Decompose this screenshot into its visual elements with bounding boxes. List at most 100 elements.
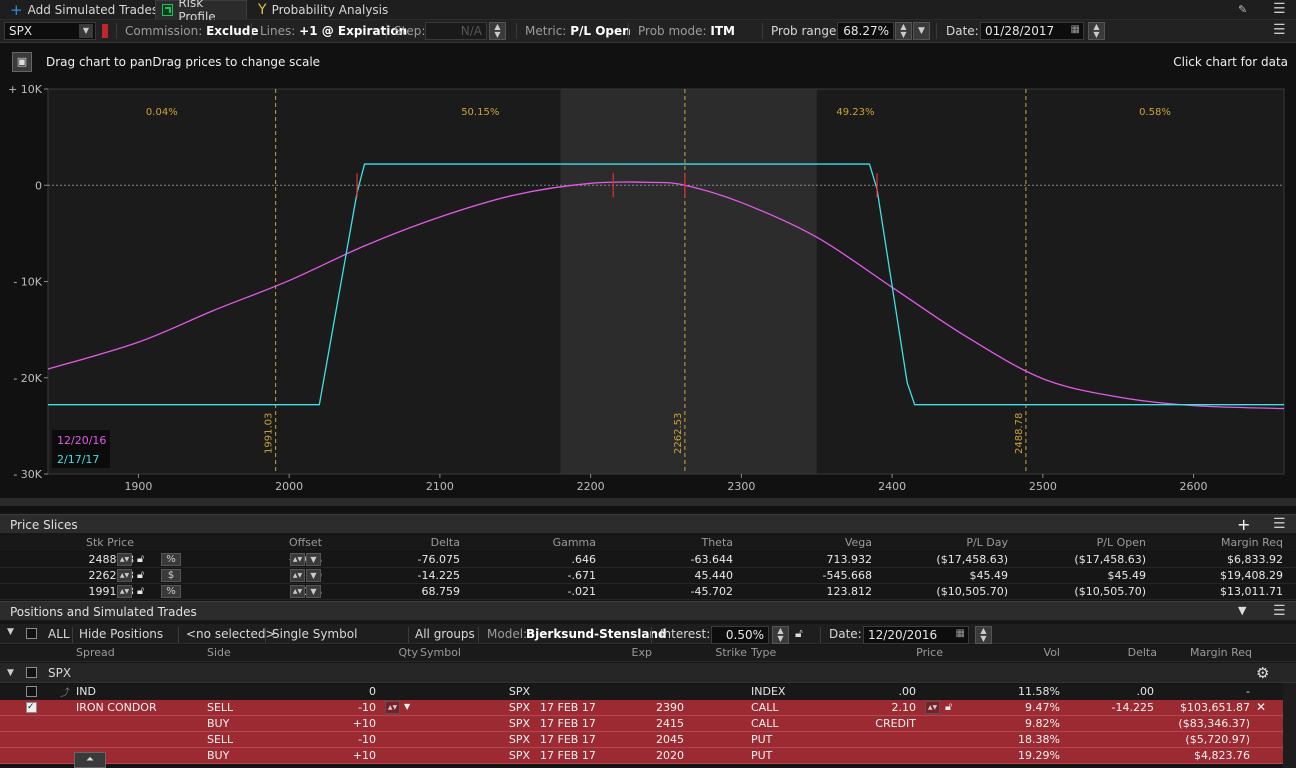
trade-leg-row[interactable]: BUY +10 SPX 17 FEB 17 2415 CALL CREDIT 9.82% ($8… bbox=[0, 716, 1296, 732]
model-dropdown[interactable]: Bjerksund-Stensland bbox=[526, 627, 667, 641]
col-price[interactable]: Price bbox=[846, 646, 943, 659]
lock-icon[interactable]: 🔓︎ bbox=[137, 584, 144, 598]
hide-positions-button[interactable]: Hide Positions bbox=[79, 627, 163, 641]
chart-settings-icon[interactable]: ▣ bbox=[12, 52, 32, 72]
qty-stepper[interactable]: ▲▼ bbox=[385, 701, 400, 714]
lock-icon[interactable]: 🔓︎ bbox=[795, 626, 803, 641]
row-checkbox[interactable] bbox=[26, 686, 37, 697]
trade-leg-row[interactable]: BUY +10 SPX 17 FEB 17 2020 PUT 19.29% $4,823.76 bbox=[0, 748, 1296, 764]
row-checkbox[interactable]: ✓ bbox=[26, 702, 37, 713]
select-all-checkbox[interactable] bbox=[26, 628, 37, 639]
interest-input[interactable]: 0.50% bbox=[711, 626, 769, 644]
slice-theta: 45.440 bbox=[694, 569, 734, 582]
selection-dropdown[interactable]: <no selected> bbox=[186, 627, 276, 641]
index-row[interactable]: IND 0 SPX INDEX .00 11.58% .00 - ⤴ bbox=[0, 684, 1296, 700]
offset-mode-button[interactable]: % bbox=[161, 553, 181, 566]
date-input[interactable]: 01/28/2017 ▦ bbox=[980, 22, 1084, 40]
col-stk-price[interactable]: Stk Price bbox=[40, 536, 134, 549]
toolbar-menu-icon[interactable]: ☰ bbox=[1273, 22, 1286, 38]
col-vol[interactable]: Vol bbox=[966, 646, 1060, 659]
offset-mode-button[interactable]: % bbox=[161, 585, 181, 598]
prob-mode-control[interactable]: Prob mode: ITM bbox=[638, 24, 735, 38]
positions-menu-icon[interactable]: ☰ bbox=[1273, 603, 1286, 619]
pin-icon[interactable]: ✎ bbox=[1238, 3, 1247, 16]
symbol-selector[interactable]: SPX ▼ bbox=[4, 22, 96, 40]
price-stepper[interactable]: ▲▼ bbox=[925, 701, 940, 714]
add-simulated-trades-tab[interactable]: + Add Simulated Trades bbox=[4, 0, 164, 19]
price-slice-row[interactable]: 1991.03-12%68.759-.021-45.702123.812($10… bbox=[0, 584, 1296, 600]
risk-profile-tab[interactable]: Risk Profile bbox=[155, 0, 247, 24]
prob-range-input[interactable]: 68.27% bbox=[837, 22, 894, 40]
single-symbol-dropdown[interactable]: Single Symbol bbox=[272, 627, 357, 641]
col-theta[interactable]: Theta bbox=[610, 536, 733, 549]
qty-dropdown-icon[interactable]: ▼ bbox=[404, 702, 410, 711]
plus-icon: + bbox=[10, 0, 23, 19]
step-stepper[interactable]: ▲ ▼ bbox=[489, 22, 506, 40]
col-exp[interactable]: Exp bbox=[535, 646, 652, 659]
calendar-icon[interactable]: ▦ bbox=[956, 628, 965, 639]
slices-menu-icon[interactable]: ☰ bbox=[1273, 516, 1286, 532]
col-gamma[interactable]: Gamma bbox=[470, 536, 596, 549]
group-checkbox[interactable] bbox=[26, 667, 37, 678]
interest-stepper[interactable]: ▲ ▼ bbox=[772, 626, 789, 644]
risk-profile-chart[interactable]: + 10K 0 - 10K - 20K - 30K 1900 2000 2100 2200 230… bbox=[0, 80, 1296, 512]
col-symbol[interactable]: Symbol bbox=[420, 646, 461, 659]
trade-leg-row[interactable]: SELL -10 SPX 17 FEB 17 2045 PUT 18.38% ($5,720.… bbox=[0, 732, 1296, 748]
col-spread[interactable]: Spread bbox=[76, 646, 115, 659]
offset-stepper[interactable]: ▲▼ bbox=[290, 553, 305, 566]
chart-svg[interactable]: + 10K 0 - 10K - 20K - 30K 1900 2000 2100 2200 230… bbox=[0, 80, 1296, 512]
offset-stepper[interactable]: ▲▼ bbox=[290, 569, 305, 582]
metric-control[interactable]: Metric: P/L Open bbox=[525, 24, 631, 38]
scroll-top-button[interactable]: ⏶ bbox=[74, 752, 106, 768]
close-icon[interactable]: ✕ bbox=[1256, 700, 1266, 714]
lock-icon[interactable]: 🔓︎ bbox=[945, 700, 952, 714]
col-side[interactable]: Side bbox=[207, 646, 231, 659]
menu-icon[interactable]: ☰ bbox=[1273, 1, 1286, 17]
offset-dropdown[interactable]: ▼ bbox=[306, 553, 321, 566]
offset-mode-button[interactable]: $ bbox=[161, 569, 181, 582]
pos-date-stepper[interactable]: ▲ ▼ bbox=[975, 626, 992, 644]
groups-dropdown[interactable]: All groups bbox=[415, 627, 475, 641]
price-stepper[interactable]: ▲▼ bbox=[117, 553, 132, 566]
commission-control[interactable]: Commission: Exclude bbox=[125, 24, 259, 38]
y-tick-label: + 10K bbox=[8, 83, 43, 96]
trade-leg-row[interactable]: IRON CONDOR SELL -10 SPX 17 FEB 17 2390 CALL 2.… bbox=[0, 700, 1296, 716]
col-strike[interactable]: Strike bbox=[655, 646, 747, 659]
price-stepper[interactable]: ▲▼ bbox=[117, 569, 132, 582]
offset-stepper[interactable]: ▲▼ bbox=[290, 585, 305, 598]
symbol-group-row[interactable]: ▼ SPX ⚙ bbox=[0, 663, 1296, 683]
prob-range-stepper[interactable]: ▲ ▼ bbox=[895, 22, 912, 40]
group-chevron-icon[interactable]: ▼ bbox=[7, 668, 14, 678]
gear-icon[interactable]: ⚙ bbox=[1256, 664, 1269, 682]
add-slice-icon[interactable]: + bbox=[1237, 515, 1250, 534]
pos-date-input[interactable]: 12/20/2016 ▦ bbox=[863, 626, 969, 644]
col-delta[interactable]: Delta bbox=[330, 536, 460, 549]
col-delta[interactable]: Delta bbox=[1062, 646, 1157, 659]
price-stepper[interactable]: ▲▼ bbox=[117, 585, 132, 598]
col-vega[interactable]: Vega bbox=[740, 536, 872, 549]
offset-dropdown[interactable]: ▼ bbox=[306, 569, 321, 582]
lock-icon[interactable]: 🔓︎ bbox=[137, 552, 144, 566]
col-pl-open[interactable]: P/L Open bbox=[1015, 536, 1146, 549]
col-margin-req[interactable]: Margin Req bbox=[1155, 536, 1283, 549]
vertical-scrollbar[interactable] bbox=[1283, 683, 1296, 768]
prob-range-dropdown[interactable]: ▼ bbox=[913, 22, 930, 40]
slice-margin: $19,408.29 bbox=[1220, 569, 1283, 582]
offset-dropdown[interactable]: ▼ bbox=[306, 585, 321, 598]
probability-analysis-tab[interactable]: Y Probability Analysis bbox=[252, 0, 394, 19]
price-slice-row[interactable]: 2488.78+10%-76.075.646-63.644713.932($17… bbox=[0, 552, 1296, 568]
col-type[interactable]: Type bbox=[751, 646, 776, 659]
col-pl-day[interactable]: P/L Day bbox=[880, 536, 1008, 549]
calendar-icon[interactable]: ▦ bbox=[1071, 24, 1080, 35]
slice-gamma: -.021 bbox=[567, 585, 596, 598]
col-qty[interactable]: Qty bbox=[302, 646, 418, 659]
collapse-icon[interactable]: ▼ bbox=[1238, 604, 1246, 617]
col-offset[interactable]: Offset bbox=[200, 536, 322, 549]
expand-all-chevron-icon[interactable]: ▼ bbox=[7, 627, 14, 637]
step-input[interactable]: N/A bbox=[425, 22, 487, 40]
slice-pl-day: $45.49 bbox=[969, 569, 1009, 582]
price-slice-row[interactable]: 2262.53$0-14.225-.67145.440-545.668$45.4… bbox=[0, 568, 1296, 584]
lock-icon[interactable]: 🔓︎ bbox=[137, 568, 144, 582]
col-margin-req[interactable]: Margin Req bbox=[1160, 646, 1252, 659]
date-stepper[interactable]: ▲ ▼ bbox=[1088, 22, 1105, 40]
